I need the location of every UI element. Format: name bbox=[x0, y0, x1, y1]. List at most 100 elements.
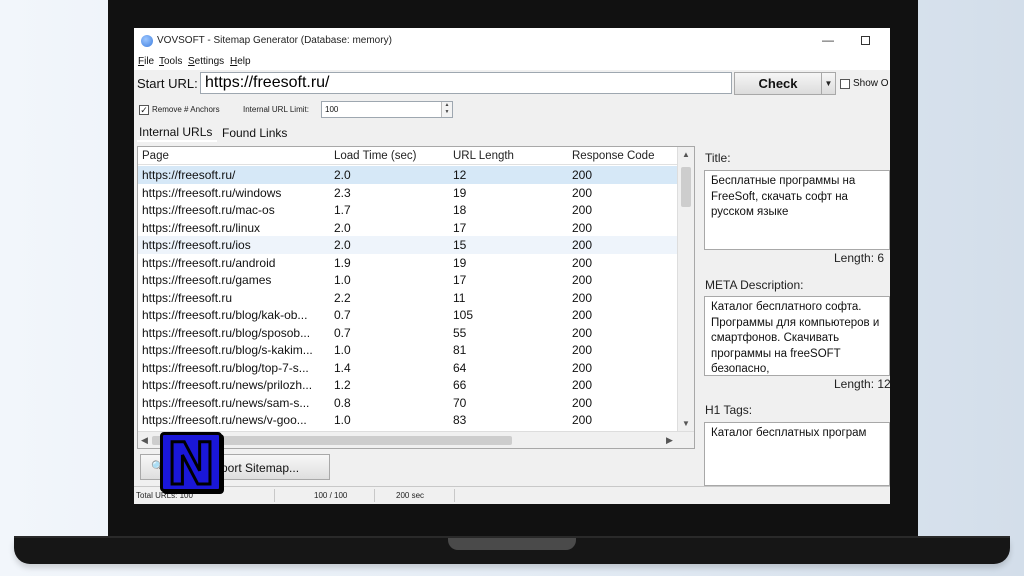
url-limit-input[interactable]: 100 bbox=[321, 101, 453, 118]
table-row[interactable]: https://freesoft.ru/news/sam-s... 0.8 70 20… bbox=[138, 394, 678, 412]
title-label: Title: bbox=[705, 151, 731, 165]
cell-page: https://freesoft.ru/mac-os bbox=[142, 203, 275, 217]
cell-url-length: 55 bbox=[453, 325, 467, 340]
cell-url-length: 17 bbox=[453, 220, 467, 235]
window-title: VOVSOFT - Sitemap Generator (Database: m… bbox=[157, 35, 392, 46]
table-row[interactable]: https://freesoft.ru/windows 2.3 19 200 bbox=[138, 184, 678, 202]
active-tab-indicator bbox=[137, 140, 217, 142]
table-row[interactable]: https://freesoft.ru/news/prilozh... 1.2 66… bbox=[138, 376, 678, 394]
scroll-right-icon[interactable]: ▶ bbox=[666, 435, 673, 446]
column-load-time[interactable]: Load Time (sec) bbox=[334, 150, 416, 162]
cell-load-time: 1.0 bbox=[334, 413, 351, 427]
export-sitemap-label: port Sitemap... bbox=[221, 461, 300, 475]
cell-url-length: 12 bbox=[453, 168, 467, 182]
remove-anchors-checkbox[interactable]: ✓ bbox=[139, 105, 149, 115]
table-row[interactable]: https://freesoft.ru/blog/s-kakim... 1.0 81… bbox=[138, 341, 678, 359]
vertical-scrollbar[interactable]: ▲ ▼ bbox=[677, 147, 694, 431]
start-url-input[interactable]: https://freesoft.ru/ bbox=[200, 72, 732, 94]
table-row[interactable]: https://freesoft.ru/games 1.0 17 200 bbox=[138, 271, 678, 289]
status-separator bbox=[374, 489, 375, 502]
cell-response-code: 200 bbox=[572, 168, 593, 182]
cell-load-time: 1.9 bbox=[334, 255, 351, 270]
column-page[interactable]: Page bbox=[142, 150, 169, 162]
scroll-left-icon[interactable]: ◀ bbox=[141, 435, 148, 446]
cell-response-code: 200 bbox=[572, 360, 593, 375]
cell-response-code: 200 bbox=[572, 238, 593, 252]
cell-response-code: 200 bbox=[572, 255, 593, 270]
menu-help[interactable]: Help bbox=[230, 56, 251, 67]
table-row[interactable]: https://freesoft.ru/mac-os 1.7 18 200 bbox=[138, 201, 678, 219]
cell-page: https://freesoft.ru/news/sam-s... bbox=[142, 395, 310, 410]
app-globe-icon bbox=[141, 35, 153, 47]
table-row[interactable]: https://freesoft.ru/linux 2.0 17 200 bbox=[138, 219, 678, 237]
cell-page: https://freesoft.ru/blog/sposob... bbox=[142, 325, 311, 340]
cell-url-length: 105 bbox=[453, 308, 474, 322]
menu-settings[interactable]: Settings bbox=[188, 56, 224, 67]
cell-response-code: 200 bbox=[572, 378, 593, 392]
meta-description-length: Length: 12 bbox=[834, 377, 890, 391]
minimize-icon[interactable]: — bbox=[822, 33, 834, 47]
cell-page: https://freesoft.ru/blog/s-kakim... bbox=[142, 343, 313, 357]
cell-load-time: 1.4 bbox=[334, 360, 351, 375]
table-row[interactable]: https://freesoft.ru 2.2 11 200 bbox=[138, 289, 678, 307]
cell-page: https://freesoft.ru/ bbox=[142, 168, 236, 182]
url-limit-spinner[interactable]: ▲ ▼ bbox=[441, 102, 452, 117]
title-bar: VOVSOFT - Sitemap Generator (Database: m… bbox=[134, 28, 890, 54]
check-dropdown-icon[interactable]: ▼ bbox=[822, 72, 836, 95]
cell-load-time: 2.0 bbox=[334, 238, 351, 252]
status-progress: 100 / 100 bbox=[314, 491, 348, 500]
tab-internal-urls[interactable]: Internal URLs bbox=[139, 125, 212, 139]
table-row[interactable]: https://freesoft.ru/blog/sposob... 0.7 55 2… bbox=[138, 324, 678, 342]
cell-page: https://freesoft.ru bbox=[142, 290, 233, 305]
cell-load-time: 2.2 bbox=[334, 290, 351, 305]
meta-description-textbox[interactable]: Каталог бесплатного софта. Программы для… bbox=[704, 296, 890, 376]
check-button[interactable]: Check bbox=[734, 72, 822, 95]
channel-logo: N bbox=[160, 429, 222, 500]
cell-page: https://freesoft.ru/news/v-goo... bbox=[142, 413, 307, 427]
cell-load-time: 0.7 bbox=[334, 308, 351, 322]
cell-url-length: 19 bbox=[453, 255, 467, 270]
menu-bar: File Tools Settings Help bbox=[134, 54, 890, 70]
h1-tags-textbox[interactable]: Каталог бесплатных програм bbox=[704, 422, 890, 486]
menu-tools[interactable]: Tools bbox=[159, 56, 182, 67]
tab-found-links[interactable]: Found Links bbox=[222, 126, 287, 140]
cell-response-code: 200 bbox=[572, 220, 593, 235]
h1-tags-label: H1 Tags: bbox=[705, 403, 753, 417]
cell-response-code: 200 bbox=[572, 395, 593, 410]
cell-page: https://freesoft.ru/ios bbox=[142, 238, 251, 252]
show-checkbox[interactable] bbox=[840, 79, 850, 89]
table-row[interactable]: https://freesoft.ru/ios 2.0 15 200 bbox=[138, 236, 678, 254]
maximize-icon[interactable] bbox=[861, 36, 870, 45]
table-row[interactable]: https://freesoft.ru/blog/kak-ob... 0.7 105… bbox=[138, 306, 678, 324]
cell-url-length: 81 bbox=[453, 343, 467, 357]
scroll-up-icon[interactable]: ▲ bbox=[682, 150, 690, 159]
urls-grid[interactable]: Page Load Time (sec) URL Length Response… bbox=[137, 146, 695, 449]
cell-response-code: 200 bbox=[572, 290, 593, 305]
table-row[interactable]: https://freesoft.ru/blog/top-7-s... 1.4 64… bbox=[138, 359, 678, 377]
meta-description-label: META Description: bbox=[705, 278, 804, 292]
start-url-label: Start URL: bbox=[137, 76, 198, 91]
show-label: Show O bbox=[853, 78, 889, 89]
status-separator bbox=[274, 489, 275, 502]
table-row[interactable]: https://freesoft.ru/android 1.9 19 200 bbox=[138, 254, 678, 272]
cell-url-length: 11 bbox=[453, 290, 466, 305]
vertical-scroll-thumb[interactable] bbox=[681, 167, 691, 207]
table-row[interactable]: https://freesoft.ru/news/v-goo... 1.0 83 20… bbox=[138, 411, 678, 429]
cell-load-time: 1.7 bbox=[334, 203, 351, 217]
status-bar: Total URLs: 100 100 / 100 200 sec bbox=[134, 486, 890, 504]
cell-load-time: 2.3 bbox=[334, 185, 351, 200]
cell-response-code: 200 bbox=[572, 413, 593, 427]
cell-url-length: 83 bbox=[453, 413, 467, 427]
cell-load-time: 2.0 bbox=[334, 168, 351, 182]
column-url-length[interactable]: URL Length bbox=[453, 150, 514, 162]
title-textbox[interactable]: Бесплатные программы на FreeSoft, скачат… bbox=[704, 170, 890, 250]
cell-page: https://freesoft.ru/blog/top-7-s... bbox=[142, 360, 309, 375]
cell-load-time: 0.7 bbox=[334, 325, 351, 340]
cell-response-code: 200 bbox=[572, 203, 593, 217]
column-response-code[interactable]: Response Code bbox=[572, 150, 654, 162]
title-length: Length: 6 bbox=[834, 251, 885, 265]
table-row[interactable]: https://freesoft.ru/2.0 12 200 bbox=[138, 166, 678, 184]
cell-page: https://freesoft.ru/windows bbox=[142, 185, 282, 200]
menu-file[interactable]: File bbox=[138, 56, 154, 67]
scroll-down-icon[interactable]: ▼ bbox=[682, 419, 690, 428]
